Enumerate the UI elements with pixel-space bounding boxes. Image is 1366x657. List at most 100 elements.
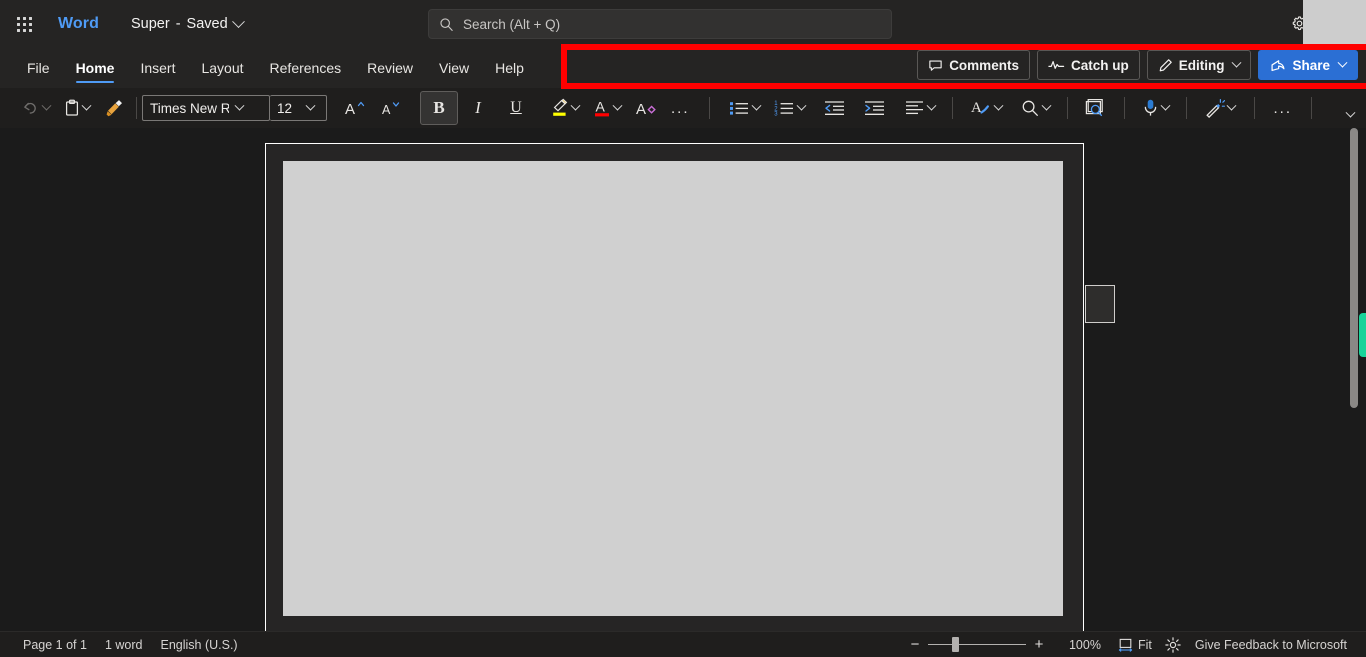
font-size-select[interactable]: 12	[270, 95, 327, 121]
overlay-panel	[1303, 0, 1366, 44]
chevron-down-icon	[1232, 57, 1242, 68]
search-box[interactable]: Search (Alt + Q)	[428, 9, 892, 39]
status-bar: Page 1 of 1 1 word English (U.S.) − + 10…	[0, 631, 1366, 657]
editing-label: Editing	[1178, 57, 1225, 73]
italic-button[interactable]: I	[460, 92, 496, 124]
scroll-accent-marker[interactable]	[1359, 313, 1366, 357]
chevron-down-icon	[229, 100, 249, 112]
chevron-down-icon	[796, 100, 806, 111]
highlight-color-button[interactable]	[544, 92, 585, 124]
align-button[interactable]	[898, 92, 941, 124]
svg-text:A: A	[636, 101, 646, 118]
tab-file[interactable]: File	[14, 48, 63, 88]
app-brand-word[interactable]: Word	[58, 15, 99, 33]
word-online-window: Word Super - Saved Search (Alt + Q) File…	[0, 0, 1366, 657]
format-painter-icon	[104, 99, 124, 117]
shrink-font-icon: A	[380, 99, 402, 117]
bold-button[interactable]: B	[420, 91, 458, 125]
grow-font-button[interactable]: A	[338, 92, 372, 124]
toolbar-separator	[136, 97, 137, 119]
editor-button[interactable]	[1079, 92, 1113, 124]
clear-formatting-button[interactable]: A	[629, 92, 663, 124]
document-page[interactable]	[265, 143, 1084, 631]
increase-indent-button[interactable]	[858, 92, 891, 124]
fit-page-icon	[1118, 638, 1133, 652]
share-label: Share	[1292, 57, 1330, 73]
toolbar-separator	[1123, 97, 1125, 119]
bullets-button[interactable]	[723, 92, 766, 124]
dictate-button[interactable]	[1136, 92, 1175, 124]
ellipsis-icon: ...	[1273, 99, 1293, 117]
focus-mode-icon	[1165, 636, 1181, 653]
tab-layout[interactable]: Layout	[188, 48, 256, 88]
ellipsis-icon: ...	[671, 99, 690, 117]
svg-text:A: A	[345, 101, 355, 117]
document-title-menu[interactable]: Super - Saved	[125, 12, 249, 36]
font-size-value: 12	[277, 100, 293, 116]
comments-button[interactable]: Comments	[917, 50, 1030, 80]
toolbar-separator	[1311, 97, 1313, 119]
catch-up-button[interactable]: Catch up	[1036, 50, 1140, 80]
zoom-in-button[interactable]: +	[1026, 634, 1052, 656]
font-color-button[interactable]: A	[587, 92, 627, 124]
chevron-down-icon	[612, 100, 623, 111]
chevron-down-icon	[993, 100, 1003, 111]
chevron-down-icon	[1226, 100, 1236, 111]
chevron-down-icon	[751, 100, 761, 111]
header-actions: Comments Catch up Editing Share	[917, 49, 1358, 81]
paste-button[interactable]	[58, 92, 96, 124]
fit-page-button[interactable]: Fit	[1110, 638, 1160, 652]
underline-button[interactable]: U	[498, 92, 534, 124]
language-status[interactable]: English (U.S.)	[151, 638, 246, 652]
tab-references[interactable]: References	[257, 48, 355, 88]
svg-text:3: 3	[774, 111, 778, 117]
zoom-out-button[interactable]: −	[902, 634, 928, 656]
feedback-link[interactable]: Give Feedback to Microsoft	[1186, 638, 1356, 652]
increase-indent-icon	[864, 99, 885, 117]
more-toolbar-options-button[interactable]: ...	[1268, 92, 1299, 124]
undo-button[interactable]	[15, 92, 56, 124]
tab-help[interactable]: Help	[482, 48, 537, 88]
tab-review[interactable]: Review	[354, 48, 426, 88]
shrink-font-button[interactable]: A	[374, 92, 408, 124]
decrease-indent-icon	[824, 99, 845, 117]
chevron-down-icon	[300, 100, 320, 112]
collapse-ribbon-button[interactable]	[1338, 105, 1362, 125]
designer-button[interactable]	[1198, 92, 1241, 124]
chevron-down-icon	[81, 100, 92, 111]
numbering-button[interactable]: 1 2 3	[768, 92, 811, 124]
microphone-icon	[1142, 98, 1159, 118]
zoom-level[interactable]: 100%	[1060, 638, 1110, 652]
save-status: Saved	[186, 16, 228, 32]
italic-icon: I	[475, 98, 481, 117]
focus-mode-button[interactable]	[1160, 634, 1186, 656]
font-name-select[interactable]: Times New Ro...	[142, 95, 270, 121]
search-input[interactable]: Search (Alt + Q)	[463, 17, 560, 32]
align-left-icon	[904, 99, 925, 117]
more-font-options-button[interactable]: ...	[665, 92, 696, 124]
chevron-down-icon	[570, 100, 581, 111]
chevron-down-icon	[926, 100, 936, 111]
editing-mode-button[interactable]: Editing	[1146, 50, 1252, 80]
vertical-scrollbar[interactable]	[1350, 128, 1358, 631]
page-indicator[interactable]: Page 1 of 1	[14, 638, 96, 652]
format-painter-button[interactable]	[98, 92, 130, 124]
share-button[interactable]: Share	[1258, 50, 1358, 80]
comment-anchor-marker[interactable]	[1085, 285, 1115, 323]
app-launcher-button[interactable]	[4, 4, 44, 44]
find-button[interactable]	[1015, 92, 1056, 124]
fit-label: Fit	[1137, 637, 1152, 652]
tab-view[interactable]: View	[426, 48, 482, 88]
decrease-indent-button[interactable]	[818, 92, 851, 124]
share-icon	[1270, 58, 1286, 73]
word-count[interactable]: 1 word	[96, 638, 152, 652]
document-canvas[interactable]	[0, 128, 1358, 631]
zoom-slider-thumb[interactable]	[951, 637, 959, 652]
styles-button[interactable]: A	[964, 92, 1008, 124]
zoom-slider[interactable]	[927, 635, 1026, 655]
tab-insert[interactable]: Insert	[127, 48, 188, 88]
tab-home[interactable]: Home	[63, 48, 128, 88]
scrollbar-thumb[interactable]	[1350, 128, 1358, 408]
chevron-down-icon	[41, 100, 52, 111]
page-content-area[interactable]	[283, 161, 1063, 616]
